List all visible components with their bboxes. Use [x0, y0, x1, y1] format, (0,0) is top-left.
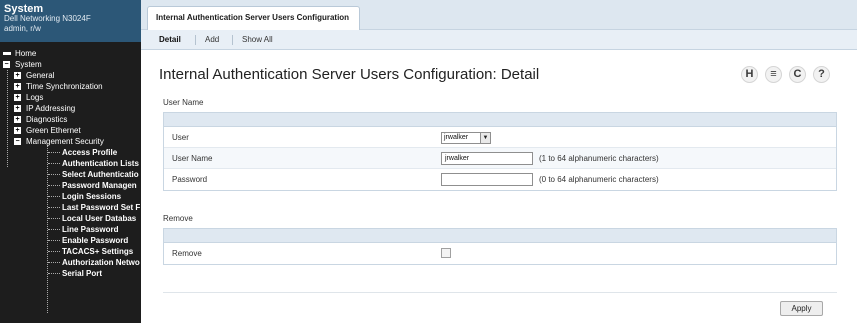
page-title: Internal Authentication Server Users Con…: [159, 66, 540, 83]
nav-leaf-last-password-set[interactable]: Last Password Set F: [0, 202, 141, 213]
refresh-icon[interactable]: C: [789, 66, 806, 83]
main-content: Internal Authentication Server Users Con…: [141, 0, 857, 323]
nav-leaf-tacacs-settings[interactable]: TACACS+ Settings: [0, 246, 141, 257]
section-heading-remove: Remove: [163, 214, 193, 223]
nav-time-sync[interactable]: + Time Synchronization: [0, 81, 141, 92]
system-title: System: [4, 3, 44, 15]
nav-leaf-login-sessions[interactable]: Login Sessions: [0, 191, 141, 202]
nav-leaf-password-management[interactable]: Password Managen: [0, 180, 141, 191]
nav-general[interactable]: + General: [0, 70, 141, 81]
print-icon[interactable]: ≡: [765, 66, 782, 83]
nav-leaf-label: Select Authenticatio: [62, 170, 139, 179]
nav-ip-addressing[interactable]: + IP Addressing: [0, 103, 141, 114]
subnav-separator: [195, 35, 196, 45]
remove-panel: Remove: [163, 228, 837, 265]
row-remove: Remove: [164, 243, 836, 264]
app-window: System Dell Networking N3024F admin, r/w…: [0, 0, 857, 323]
nav-leaf-label: Login Sessions: [62, 192, 122, 201]
nav-leaf-label: Authorization Netwo: [62, 258, 140, 267]
expand-icon[interactable]: +: [14, 116, 21, 123]
nav-green-ethernet-label: Green Ethernet: [26, 126, 81, 135]
home-icon: [3, 52, 11, 55]
nav-leaf-label: Enable Password: [62, 236, 129, 245]
sub-navigation: Detail Add Show All: [141, 30, 857, 50]
section-heading-user-name: User Name: [163, 98, 204, 107]
nav-leaf-line-password[interactable]: Line Password: [0, 224, 141, 235]
user-name-panel: User jrwalker ▼ User Name jrwalker (1 to…: [163, 112, 837, 191]
subtab-detail[interactable]: Detail: [159, 30, 181, 50]
nav-leaf-label: Access Profile: [62, 148, 118, 157]
tab-bar: Internal Authentication Server Users Con…: [141, 0, 857, 30]
subnav-separator: [232, 35, 233, 45]
nav-diagnostics-label: Diagnostics: [26, 115, 68, 124]
nav-logs-label: Logs: [26, 93, 44, 102]
nav-leaf-authorization-network[interactable]: Authorization Netwo: [0, 257, 141, 268]
collapse-icon[interactable]: −: [14, 138, 21, 145]
nav-leaf-serial-port[interactable]: Serial Port: [0, 268, 141, 279]
nav-leaf-enable-password[interactable]: Enable Password: [0, 235, 141, 246]
nav-green-ethernet[interactable]: + Green Ethernet: [0, 125, 141, 136]
nav-management-security[interactable]: − Management Security: [0, 136, 141, 147]
username-label: User Name: [172, 154, 213, 163]
nav-logs[interactable]: + Logs: [0, 92, 141, 103]
panel-header: [164, 229, 836, 243]
divider: [163, 292, 837, 293]
nav-leaf-local-user-database[interactable]: Local User Databas: [0, 213, 141, 224]
subtab-show-all[interactable]: Show All: [242, 30, 273, 50]
password-hint: (0 to 64 alphanumeric characters): [539, 175, 659, 184]
password-input[interactable]: [441, 173, 533, 186]
nav-diagnostics[interactable]: + Diagnostics: [0, 114, 141, 125]
nav-leaf-label: TACACS+ Settings: [62, 247, 134, 256]
row-username: User Name jrwalker (1 to 64 alphanumeric…: [164, 148, 836, 169]
user-select-value: jrwalker: [444, 134, 469, 141]
user-select[interactable]: jrwalker ▼: [441, 132, 491, 144]
nav-leaf-label: Password Managen: [62, 181, 137, 190]
nav-management-security-label: Management Security: [26, 137, 104, 146]
remove-label: Remove: [172, 249, 202, 258]
username-hint: (1 to 64 alphanumeric characters): [539, 154, 659, 163]
sidebar: System Dell Networking N3024F admin, r/w…: [0, 0, 141, 323]
user-info: admin, r/w: [4, 24, 41, 33]
nav-home[interactable]: Home: [0, 48, 141, 59]
expand-icon[interactable]: +: [14, 83, 21, 90]
nav-system[interactable]: − System: [0, 59, 141, 70]
row-password: Password (0 to 64 alphanumeric character…: [164, 169, 836, 190]
nav-leaf-label: Serial Port: [62, 269, 103, 278]
nav-time-sync-label: Time Synchronization: [26, 82, 103, 91]
subtab-add[interactable]: Add: [205, 30, 219, 50]
row-user: User jrwalker ▼: [164, 127, 836, 148]
nav-system-label: System: [15, 60, 42, 69]
nav-leaf-authentication-lists[interactable]: Authentication Lists: [0, 158, 141, 169]
expand-icon[interactable]: +: [14, 72, 21, 79]
nav-leaf-access-profile[interactable]: Access Profile: [0, 147, 141, 158]
tab-internal-auth-users[interactable]: Internal Authentication Server Users Con…: [147, 6, 361, 30]
nav-leaf-label: Line Password: [62, 225, 119, 234]
apply-button[interactable]: Apply: [780, 301, 823, 316]
system-header: System Dell Networking N3024F admin, r/w: [0, 0, 141, 42]
collapse-icon[interactable]: −: [3, 61, 10, 68]
nav-leaf-label: Local User Databas: [62, 214, 137, 223]
nav-leaf-label: Last Password Set F: [62, 203, 141, 212]
password-label: Password: [172, 175, 208, 184]
expand-icon[interactable]: +: [14, 94, 21, 101]
nav-leaf-select-authentication[interactable]: Select Authenticatio: [0, 169, 141, 180]
nav-leaf-label: Authentication Lists: [62, 159, 139, 168]
nav-general-label: General: [26, 71, 55, 80]
expand-icon[interactable]: +: [14, 105, 21, 112]
dropdown-arrow-icon[interactable]: ▼: [480, 133, 490, 143]
nav-tree: Home − System + General + Time Synchroni…: [0, 42, 141, 313]
help-icon[interactable]: ?: [813, 66, 830, 83]
device-name: Dell Networking N3024F: [4, 14, 91, 23]
expand-icon[interactable]: +: [14, 127, 21, 134]
save-icon[interactable]: H: [741, 66, 758, 83]
nav-ip-addressing-label: IP Addressing: [26, 104, 76, 113]
nav-home-label: Home: [15, 49, 37, 58]
panel-header: [164, 113, 836, 127]
username-input[interactable]: jrwalker: [441, 152, 533, 165]
remove-checkbox[interactable]: [441, 248, 451, 258]
user-label: User: [172, 133, 189, 142]
